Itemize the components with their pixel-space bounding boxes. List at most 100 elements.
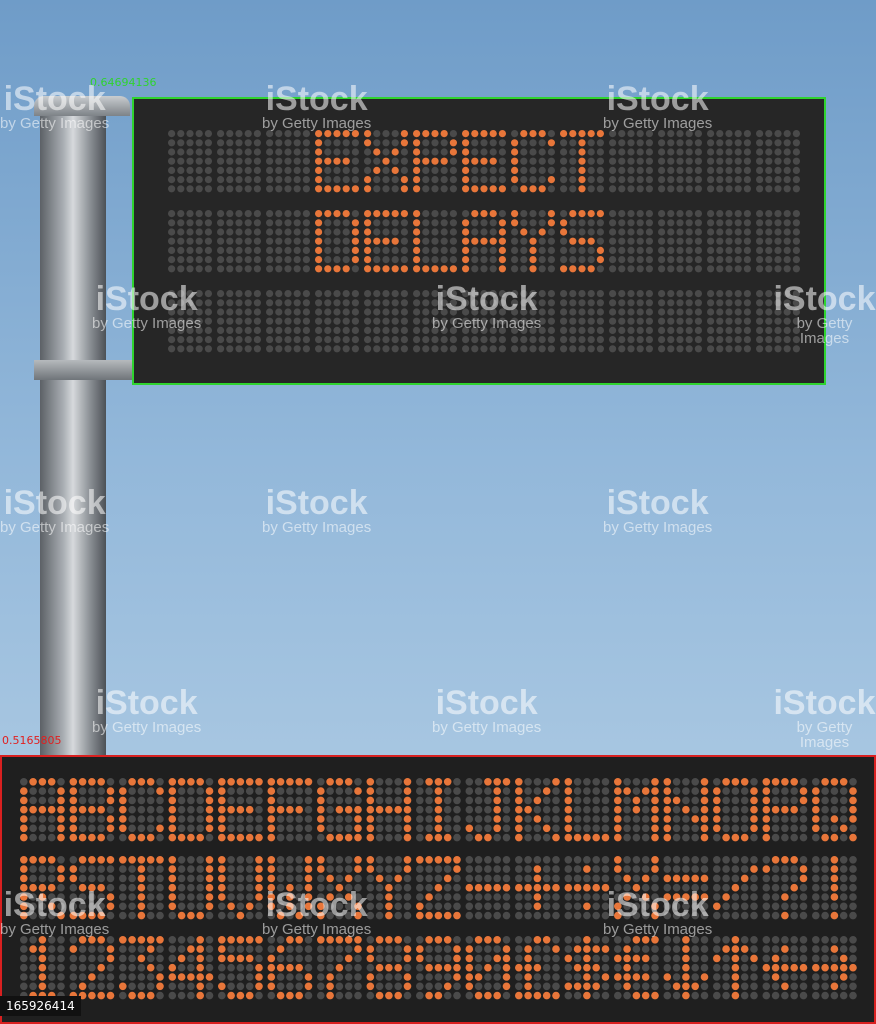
sign-line-3-cell [217,290,261,353]
watermark-brand: iStock [265,80,368,118]
font-panel-glyph [416,778,461,842]
watermark-brand: iStock [265,886,368,924]
istock-watermark: iStock by Getty Images [262,888,371,937]
sign-line-3-cell [658,290,703,353]
sign-line-2-cell [266,210,310,273]
font-panel-glyph [366,778,412,842]
sign-line-3-cell [266,290,310,353]
watermark-brand: iStock [435,280,538,318]
istock-watermark: iStock by Getty Images [603,888,712,937]
font-panel-glyph [267,778,313,842]
sign-line-2-cell [168,210,212,273]
sign-line-1-cell [756,130,801,193]
istock-watermark: iStock by Getty Images [773,686,876,750]
watermark-credit: by Getty Images [603,115,713,132]
sign-line-1-cell [560,130,605,193]
watermark-credit: by Getty Images [603,921,713,938]
font-panel-glyph [69,936,115,1000]
font-panel-glyph [564,936,610,1000]
font-panel-glyph [515,778,560,842]
stock-id: 165926414 [0,996,81,1016]
watermark-brand: iStock [606,80,709,118]
font-panel-glyph [515,856,560,920]
font-panel-glyph [465,856,511,920]
sign-line-1-cell [707,130,752,193]
font-panel-glyph [20,936,65,1000]
sign-line-3-cell [315,290,359,353]
font-panel-glyph [614,936,659,1000]
sign-line-2-cell [560,210,605,273]
sign-line-3-cell [609,290,654,353]
font-panel-glyph [317,778,362,842]
watermark-brand: iStock [3,886,106,924]
font-panel-glyph [762,856,808,920]
font-panel-glyph [515,936,560,1000]
font-panel-glyph [119,778,164,842]
watermark-brand: iStock [95,280,198,318]
font-panel-glyph [218,778,263,842]
sign-line-2-cell [510,210,556,273]
istock-watermark: iStock by Getty Images [603,82,712,131]
sign-line-2-cell [364,210,408,273]
font-panel-glyph [119,936,164,1000]
watermark-credit: by Getty Images [796,719,853,751]
font-panel-glyph [465,778,511,842]
istock-watermark: iStock by Getty Images [0,486,109,535]
istock-watermark: iStock by Getty Images [262,486,371,535]
watermark-brand: iStock [773,684,876,722]
font-panel-glyph [366,936,412,1000]
font-panel-glyph [69,778,115,842]
sign-line-2-cell [756,210,801,273]
istock-watermark: iStock by Getty Images [432,282,541,331]
sign-line-1-cell [364,130,408,193]
sign-line-3-cell [560,290,605,353]
sign-line-1-cell [168,130,212,193]
watermark-credit: by Getty Images [796,315,853,347]
istock-watermark: iStock by Getty Images [92,686,201,735]
sign-line-3-cell [364,290,408,353]
font-panel-glyph [416,936,461,1000]
istock-watermark: iStock by Getty Images [773,282,876,346]
sign-line-2-cell [217,210,261,273]
watermark-credit: by Getty Images [432,719,542,736]
font-panel-glyph [20,778,65,842]
font-panel-glyph [168,936,214,1000]
watermark-credit: by Getty Images [92,719,202,736]
font-panel-glyph [317,936,362,1000]
font-panel-glyph [762,936,808,1000]
sign-line-2-cell [609,210,654,273]
font-panel-glyph [168,856,214,920]
watermark-brand: iStock [435,684,538,722]
sign-line-2-cell [413,210,457,273]
watermark-credit: by Getty Images [432,315,542,332]
font-panel-glyph [168,778,214,842]
watermark-credit: by Getty Images [262,921,372,938]
sign-line-1-cell [658,130,703,193]
sign-line-2-cell [707,210,752,273]
sign-line-2-cell [315,210,359,273]
sign-line-3-cell [707,290,752,353]
font-panel-glyph [812,936,857,1000]
font-panel-glyph [564,778,610,842]
font-panel-glyph [812,856,857,920]
font-panel-glyph [713,936,758,1000]
font-panel-glyph [267,936,313,1000]
sign-line-1-cell [315,130,359,193]
watermark-credit: by Getty Images [603,519,713,536]
istock-watermark: iStock by Getty Images [0,82,109,131]
istock-watermark: iStock by Getty Images [262,82,371,131]
watermark-brand: iStock [3,484,106,522]
watermark-credit: by Getty Images [262,519,372,536]
sign-line-1-cell [462,130,506,193]
font-panel-glyph [663,778,709,842]
istock-watermark: iStock by Getty Images [92,282,201,331]
font-panel-glyph [713,856,758,920]
font-panel-glyph [119,856,164,920]
font-panel-glyph [713,778,758,842]
watermark-brand: iStock [3,80,106,118]
font-panel-glyph [812,778,857,842]
istock-watermark: iStock by Getty Images [0,888,109,937]
font-panel-glyph [416,856,461,920]
font-panel-glyph [366,856,412,920]
sign-line-1-cell [266,130,310,193]
